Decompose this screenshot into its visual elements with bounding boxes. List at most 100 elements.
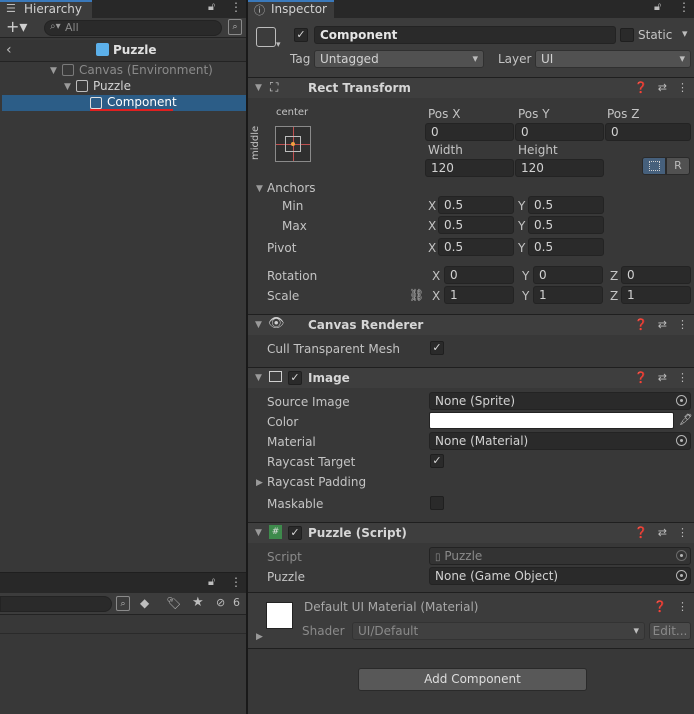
component-menu-icon[interactable]: ⋮ bbox=[677, 318, 688, 331]
more-menu-icon[interactable]: ⋮ bbox=[230, 0, 242, 14]
width-field[interactable]: 120 bbox=[425, 159, 514, 177]
material-field[interactable]: None (Material) bbox=[429, 432, 691, 450]
script-enabled-checkbox[interactable]: ✓ bbox=[288, 526, 302, 540]
tag-dropdown[interactable]: Untagged bbox=[314, 50, 484, 68]
pos-z-field[interactable]: 0 bbox=[605, 123, 691, 141]
maskable-label: Maskable bbox=[267, 497, 324, 511]
anchor-max-x-field[interactable]: 0.5 bbox=[438, 216, 514, 234]
canvas-renderer-title: Canvas Renderer bbox=[308, 318, 424, 332]
constrain-proportions-icon[interactable]: ⛓︎ bbox=[409, 288, 424, 302]
image-enabled-checkbox[interactable]: ✓ bbox=[288, 371, 302, 385]
anchor-max-label: Max bbox=[282, 219, 307, 233]
help-icon[interactable]: ❓ bbox=[653, 600, 667, 613]
blueprint-mode-button[interactable] bbox=[642, 157, 666, 175]
presets-icon[interactable]: ⇄ bbox=[658, 526, 667, 539]
pos-x-field[interactable]: 0 bbox=[425, 123, 514, 141]
help-icon[interactable]: ❓ bbox=[634, 526, 648, 539]
scene-search-icon[interactable]: ⌕ bbox=[228, 19, 242, 35]
rotation-z-field[interactable]: 0 bbox=[621, 266, 691, 284]
hidden-packages-icon[interactable]: ⊘ bbox=[216, 596, 225, 609]
more-menu-icon[interactable]: ⋮ bbox=[230, 575, 242, 589]
anchors-expand-arrow-icon[interactable]: ▼ bbox=[256, 184, 263, 194]
pos-x-label: Pos X bbox=[428, 107, 461, 121]
cull-transparent-label: Cull Transparent Mesh bbox=[267, 342, 400, 356]
material-expand-icon[interactable]: ▶ bbox=[256, 632, 263, 642]
collapse-arrow-icon[interactable]: ▼ bbox=[255, 320, 262, 330]
layer-dropdown[interactable]: UI bbox=[535, 50, 691, 68]
add-component-button[interactable]: Add Component bbox=[358, 668, 587, 691]
scale-z-field[interactable]: 1 bbox=[621, 286, 691, 304]
object-picker-icon[interactable] bbox=[676, 435, 687, 446]
active-checkbox[interactable]: ✓ bbox=[294, 28, 308, 42]
pos-y-field[interactable]: 0 bbox=[515, 123, 604, 141]
object-picker-icon[interactable] bbox=[676, 395, 687, 406]
help-icon[interactable]: ❓ bbox=[634, 318, 648, 331]
anchor-min-x-field[interactable]: 0.5 bbox=[438, 196, 514, 214]
anchor-max-y-field[interactable]: 0.5 bbox=[528, 216, 604, 234]
component-menu-icon[interactable]: ⋮ bbox=[677, 600, 688, 613]
raycast-padding-label[interactable]: Raycast Padding bbox=[267, 475, 366, 489]
presets-icon[interactable]: ⇄ bbox=[658, 81, 667, 94]
collapse-arrow-icon[interactable]: ▼ bbox=[255, 528, 262, 538]
tree-item-puzzle[interactable]: Puzzle bbox=[93, 79, 131, 93]
search-by-type-icon[interactable]: ⌕ bbox=[116, 596, 130, 611]
hierarchy-tab[interactable]: ☰ Hierarchy bbox=[0, 0, 92, 18]
height-field[interactable]: 120 bbox=[515, 159, 604, 177]
static-checkbox[interactable] bbox=[620, 28, 634, 42]
back-chevron-icon[interactable]: ‹ bbox=[6, 42, 12, 58]
help-icon[interactable]: ❓ bbox=[634, 371, 648, 384]
object-icon-dropdown[interactable]: ▾ bbox=[276, 40, 281, 50]
more-menu-icon[interactable]: ⋮ bbox=[678, 0, 690, 14]
component-menu-icon[interactable]: ⋮ bbox=[677, 526, 688, 539]
project-search-input[interactable] bbox=[0, 596, 112, 612]
lock-icon[interactable]: 🔓︎ bbox=[208, 575, 215, 589]
expand-arrow-icon[interactable]: ▼ bbox=[50, 66, 57, 76]
presets-icon[interactable]: ⇄ bbox=[658, 371, 667, 384]
filter-type-icon[interactable]: ◆ bbox=[140, 596, 149, 610]
pivot-y-field[interactable]: 0.5 bbox=[528, 238, 604, 256]
shader-edit-button[interactable]: Edit... bbox=[649, 622, 691, 640]
scale-x-axis-label: X bbox=[432, 289, 441, 303]
static-dropdown-icon[interactable]: ▾ bbox=[682, 27, 688, 40]
rect-transform-header[interactable]: ▼ ⛶ Rect Transform ❓ ⇄ ⋮ bbox=[248, 77, 694, 98]
lock-icon[interactable]: 🔓︎ bbox=[654, 0, 661, 14]
rotation-y-field[interactable]: 0 bbox=[533, 266, 603, 284]
min-y-axis-label: Y bbox=[518, 199, 526, 213]
help-icon[interactable]: ❓ bbox=[634, 81, 648, 94]
puzzle-gameobject-field[interactable]: None (Game Object) bbox=[429, 567, 691, 585]
rotation-x-field[interactable]: 0 bbox=[444, 266, 514, 284]
tree-item-component[interactable]: Component bbox=[107, 95, 177, 109]
maskable-checkbox[interactable] bbox=[430, 496, 444, 510]
add-plus-icon[interactable]: +▾ bbox=[6, 17, 27, 36]
canvas-renderer-header[interactable]: ▼ 👁︎ Canvas Renderer ❓ ⇄ ⋮ bbox=[248, 314, 694, 335]
component-menu-icon[interactable]: ⋮ bbox=[677, 371, 688, 384]
favorite-star-icon[interactable]: ★ bbox=[192, 595, 204, 610]
scale-x-field[interactable]: 1 bbox=[444, 286, 514, 304]
object-name-input[interactable]: Component bbox=[314, 26, 616, 44]
pivot-x-field[interactable]: 0.5 bbox=[438, 238, 514, 256]
collapse-arrow-icon[interactable]: ▼ bbox=[255, 373, 262, 383]
inspector-tab[interactable]: ⓘ Inspector bbox=[248, 0, 334, 18]
label-tag-icon[interactable]: 🏷︎ bbox=[166, 596, 181, 610]
object-picker-icon[interactable] bbox=[676, 570, 687, 581]
hierarchy-search-input[interactable]: ⌕▾ All bbox=[44, 20, 222, 36]
raycast-padding-expand-icon[interactable]: ▶ bbox=[256, 478, 263, 488]
eyedropper-icon[interactable]: 🖋︎ bbox=[679, 413, 693, 426]
source-image-field[interactable]: None (Sprite) bbox=[429, 392, 691, 410]
scale-y-field[interactable]: 1 bbox=[533, 286, 603, 304]
raycast-target-checkbox[interactable]: ✓ bbox=[430, 454, 444, 468]
expand-arrow-icon[interactable]: ▼ bbox=[64, 82, 71, 92]
shader-dropdown[interactable]: UI/Default bbox=[352, 622, 645, 640]
anchor-min-y-field[interactable]: 0.5 bbox=[528, 196, 604, 214]
collapse-arrow-icon[interactable]: ▼ bbox=[255, 83, 262, 93]
raw-edit-button[interactable]: R bbox=[666, 157, 690, 175]
anchor-presets-button[interactable] bbox=[275, 126, 311, 162]
presets-icon[interactable]: ⇄ bbox=[658, 318, 667, 331]
component-menu-icon[interactable]: ⋮ bbox=[677, 81, 688, 94]
image-header[interactable]: ▼ ✓ Image ❓ ⇄ ⋮ bbox=[248, 367, 694, 388]
lock-icon[interactable]: 🔓︎ bbox=[208, 0, 215, 14]
tree-item-canvas[interactable]: Canvas (Environment) bbox=[79, 63, 213, 77]
puzzle-script-header[interactable]: ▼ # ✓ Puzzle (Script) ❓ ⇄ ⋮ bbox=[248, 522, 694, 543]
color-swatch[interactable] bbox=[429, 412, 674, 429]
cull-transparent-checkbox[interactable]: ✓ bbox=[430, 341, 444, 355]
